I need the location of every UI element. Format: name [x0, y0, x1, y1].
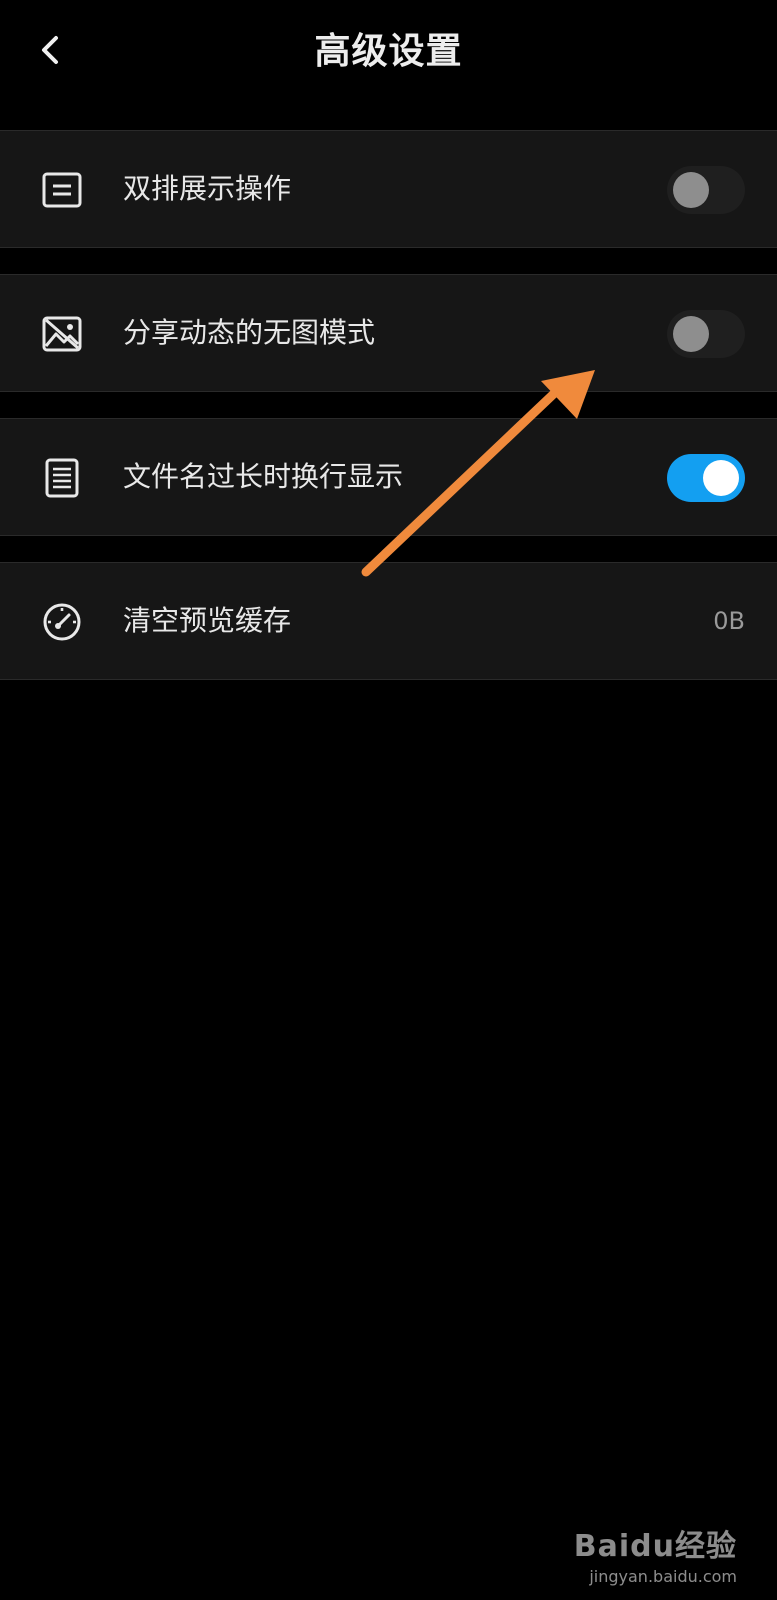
filename-wrap-toggle[interactable]	[667, 454, 745, 502]
setting-row-clear-cache[interactable]: 清空预览缓存 0B	[0, 562, 777, 680]
double-row-icon	[42, 172, 82, 208]
setting-row-no-image-mode[interactable]: 分享动态的无图模式	[0, 274, 777, 392]
toggle-knob	[673, 172, 709, 208]
setting-label: 清空预览缓存	[123, 604, 292, 637]
setting-label: 分享动态的无图模式	[123, 316, 376, 349]
no-image-icon	[42, 316, 82, 352]
toggle-knob	[703, 460, 739, 496]
top-bar: 高级设置	[0, 0, 777, 96]
double-row-toggle[interactable]	[667, 166, 745, 214]
page-title: 高级设置	[314, 31, 463, 72]
gauge-icon	[43, 603, 81, 641]
watermark-url: jingyan.baidu.com	[589, 1567, 737, 1586]
watermark-brand: Baidu经验	[573, 1529, 737, 1564]
setting-row-filename-wrap[interactable]: 文件名过长时换行显示	[0, 418, 777, 536]
text-wrap-icon	[45, 458, 79, 498]
setting-row-double-row[interactable]: 双排展示操作	[0, 130, 777, 248]
watermark: Baidu经验 jingyan.baidu.com	[574, 1521, 737, 1586]
setting-label: 文件名过长时换行显示	[123, 460, 404, 493]
setting-label: 双排展示操作	[123, 172, 292, 205]
cache-size-value: 0B	[713, 607, 745, 635]
no-image-mode-toggle[interactable]	[667, 310, 745, 358]
toggle-knob	[673, 316, 709, 352]
